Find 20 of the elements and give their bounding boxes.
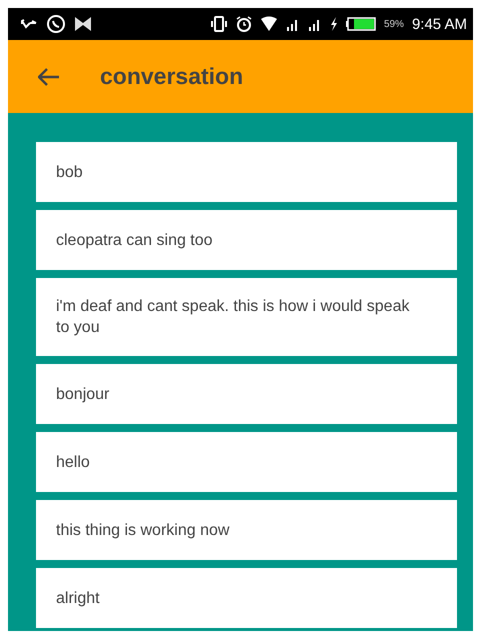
battery-icon xyxy=(346,17,376,31)
signal-icon xyxy=(286,17,300,31)
message-item[interactable]: this thing is working now xyxy=(36,500,457,560)
clock: 9:45 AM xyxy=(412,16,467,32)
message-item[interactable]: bonjour xyxy=(36,364,457,424)
message-item[interactable]: alright xyxy=(36,568,457,628)
chat-icon xyxy=(46,14,66,34)
bowtie-icon xyxy=(74,16,92,32)
message-item[interactable]: cleopatra can sing too xyxy=(36,210,457,270)
vibrate-icon xyxy=(210,16,228,32)
message-item[interactable]: i'm deaf and cant speak. this is how i would speak to you xyxy=(36,278,457,356)
signal-icon xyxy=(308,17,322,31)
alarm-icon xyxy=(236,16,252,32)
message-item[interactable]: bob xyxy=(36,142,457,202)
charging-icon xyxy=(330,17,338,31)
message-item[interactable]: hello xyxy=(36,432,457,492)
back-icon[interactable] xyxy=(38,68,60,86)
battery-percentage: 59% xyxy=(384,18,404,30)
screen-title: conversation xyxy=(100,63,244,90)
wifi-icon xyxy=(260,16,278,32)
